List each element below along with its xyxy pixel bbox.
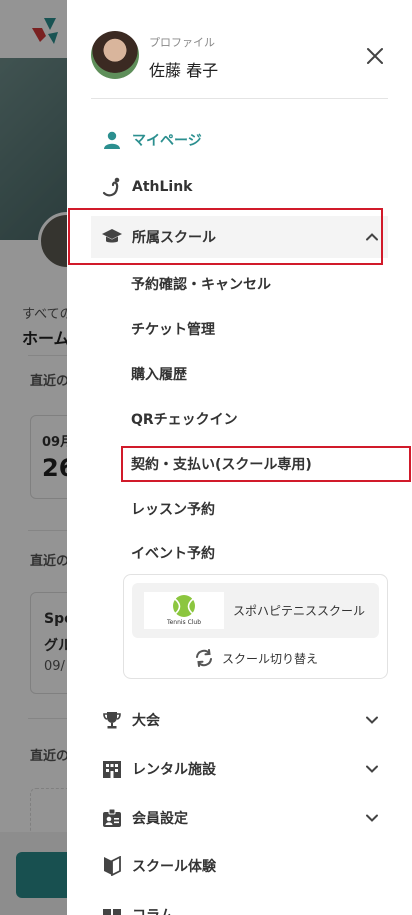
book-icon — [101, 904, 123, 915]
chevron-down-icon — [366, 716, 378, 724]
submenu-reservation-cancel[interactable]: 予約確認・キャンセル — [131, 270, 271, 298]
nav-item-school-trial[interactable]: スクール体験 — [91, 845, 388, 887]
user-icon — [101, 129, 123, 151]
submenu-qr-checkin[interactable]: QRチェックイン — [131, 405, 238, 433]
athlink-icon — [101, 176, 123, 198]
nav-item-member-settings[interactable]: 会員設定 — [91, 797, 388, 839]
nav-item-tournament[interactable]: 大会 — [91, 699, 388, 741]
current-school-card[interactable]: Tennis Club スポハピテニススクール — [132, 583, 379, 638]
school-logo-text: Tennis Club — [166, 619, 202, 626]
trophy-icon — [101, 709, 123, 731]
chevron-down-icon — [366, 814, 378, 822]
profile-name: 佐藤 春子 — [149, 61, 219, 80]
nav-label-mypage: マイページ — [132, 133, 202, 149]
profile-avatar — [91, 31, 139, 79]
submenu-ticket-management[interactable]: チケット管理 — [131, 315, 215, 343]
profile-label: プロファイル — [149, 36, 215, 49]
submenu-event-booking[interactable]: イベント予約 — [131, 539, 215, 567]
school-logo: Tennis Club — [144, 592, 224, 629]
sync-icon — [196, 649, 212, 667]
profile-header[interactable]: プロファイル 佐藤 春子 — [91, 31, 391, 81]
close-icon — [367, 48, 383, 64]
submenu-purchase-history[interactable]: 購入履歴 — [131, 360, 187, 388]
nav-label-my-school: 所属スクール — [132, 230, 216, 246]
switch-school-button[interactable]: スクール切り替え — [194, 648, 318, 668]
nav-label-school-trial: スクール体験 — [132, 859, 216, 875]
nav-label-member-settings: 会員設定 — [132, 811, 188, 827]
beginner-mark-icon — [101, 855, 123, 877]
school-name: スポハピテニススクール — [233, 604, 366, 618]
switch-school-label: スクール切り替え — [222, 651, 319, 666]
nav-label-column: コラム — [132, 905, 174, 915]
school-switcher: Tennis Club スポハピテニススクール スクール切り替え — [123, 574, 388, 679]
id-badge-icon — [101, 807, 123, 829]
nav-item-my-school[interactable]: 所属スクール — [91, 216, 388, 258]
nav-item-athlink[interactable]: AthLink — [91, 166, 388, 208]
close-button[interactable] — [363, 44, 387, 68]
side-drawer: プロファイル 佐藤 春子 マイページ AthLink 所属スクール 予約確認・キ… — [67, 0, 412, 915]
building-icon — [101, 758, 123, 780]
nav-item-mypage[interactable]: マイページ — [91, 119, 388, 161]
nav-item-column[interactable]: コラム — [91, 894, 388, 915]
nav-item-rental-facility[interactable]: レンタル施設 — [91, 748, 388, 790]
graduation-cap-icon — [101, 226, 123, 248]
nav-label-tournament: 大会 — [132, 713, 160, 729]
chevron-up-icon — [366, 233, 378, 241]
submenu-contract-payment[interactable]: 契約・支払い(スクール専用) — [131, 450, 312, 478]
nav-label-athlink: AthLink — [132, 179, 193, 195]
chevron-down-icon — [366, 765, 378, 773]
submenu-lesson-booking[interactable]: レッスン予約 — [131, 495, 215, 523]
profile-divider — [91, 98, 388, 99]
nav-label-rental-facility: レンタル施設 — [132, 762, 216, 778]
